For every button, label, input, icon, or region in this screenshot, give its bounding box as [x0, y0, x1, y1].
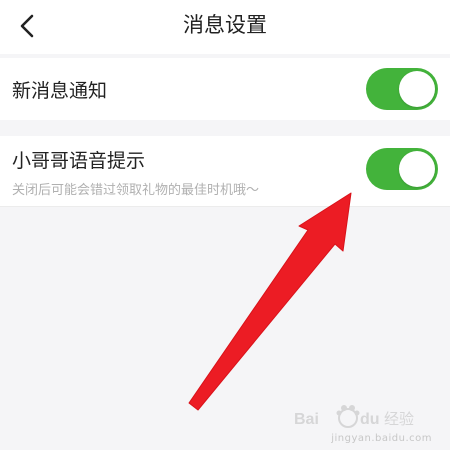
- setting-row-voice-prompt: 小哥哥语音提示 关闭后可能会错过领取礼物的最佳时机哦～: [0, 136, 450, 207]
- svg-text:经验: 经验: [384, 410, 414, 428]
- setting-row-new-message-notification: 新消息通知: [0, 58, 450, 120]
- new-message-notification-toggle[interactable]: [366, 68, 438, 110]
- toggle-knob: [399, 151, 435, 187]
- voice-prompt-label: 小哥哥语音提示: [12, 150, 146, 172]
- new-message-notification-label: 新消息通知: [12, 80, 108, 102]
- voice-prompt-toggle[interactable]: [366, 148, 438, 190]
- watermark-url: jingyan.baidu.com: [331, 433, 432, 444]
- page-title: 消息设置: [183, 13, 267, 37]
- toggle-knob: [399, 71, 435, 107]
- nav-bar: 消息设置: [0, 0, 450, 54]
- svg-text:du: du: [360, 411, 380, 428]
- voice-prompt-description: 关闭后可能会错过领取礼物的最佳时机哦～: [12, 183, 260, 198]
- svg-text:Bai: Bai: [294, 411, 319, 428]
